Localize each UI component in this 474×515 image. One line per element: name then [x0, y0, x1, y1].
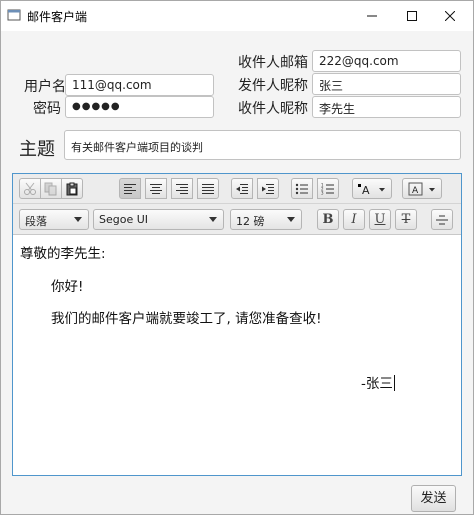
align-left-button[interactable]: [119, 178, 141, 199]
font-size-value: 12 磅: [236, 215, 265, 228]
font-family-select[interactable]: Segoe UI: [93, 209, 224, 230]
indent-icon: [262, 183, 274, 194]
recipient-email-field[interactable]: 222@qq.com: [312, 50, 461, 72]
password-label: 密码: [33, 101, 61, 117]
app-icon: [7, 9, 21, 21]
window-title: 邮件客户端: [27, 10, 88, 24]
bold-button[interactable]: B: [317, 209, 339, 230]
send-button[interactable]: 发送: [411, 485, 456, 512]
text-color-button[interactable]: A: [352, 178, 392, 199]
chevron-down-icon: [74, 217, 82, 222]
strikethrough-button[interactable]: T: [395, 209, 417, 230]
paragraph-format-select[interactable]: 段落: [19, 209, 89, 230]
maximize-icon: [407, 11, 417, 21]
title-bar[interactable]: 邮件客户端: [1, 1, 473, 31]
bullet-list-button[interactable]: [291, 178, 313, 199]
font-family-value: Segoe UI: [99, 213, 149, 226]
username-field[interactable]: 111@qq.com: [65, 74, 214, 96]
subject-label: 主题: [19, 139, 55, 160]
username-label: 用户名: [24, 79, 66, 95]
copy-icon: [44, 182, 57, 195]
recipient-nickname-label: 收件人昵称: [238, 101, 308, 117]
html-editor[interactable]: 123 A A 段落 Segoe UI 12 磅 B I U T 尊敬的李先生:…: [12, 173, 462, 476]
underline-button[interactable]: U: [369, 209, 391, 230]
indent-button[interactable]: [257, 178, 279, 199]
editor-content[interactable]: 尊敬的李先生: 你好! 我们的邮件客户端就要竣工了, 请您准备查收! -张三: [13, 236, 461, 475]
outdent-icon: [236, 183, 248, 194]
font-size-select[interactable]: 12 磅: [230, 209, 302, 230]
svg-text:3: 3: [321, 190, 324, 195]
align-center-icon: [150, 183, 162, 194]
subject-field[interactable]: 有关邮件客户端项目的谈判: [64, 130, 461, 160]
align-right-icon: [176, 183, 188, 194]
numbered-list-button[interactable]: 123: [317, 178, 339, 199]
message-line: 我们的邮件客户端就要竣工了, 请您准备查收!: [51, 311, 322, 327]
justify-icon: [202, 183, 214, 194]
outdent-button[interactable]: [231, 178, 253, 199]
svg-text:A: A: [362, 184, 370, 196]
recipient-nickname-field[interactable]: 李先生: [312, 96, 461, 118]
copy-button[interactable]: [40, 178, 62, 199]
align-left-icon: [124, 183, 136, 194]
numbered-list-icon: 123: [321, 183, 334, 195]
scissors-icon: [24, 182, 36, 195]
align-right-button[interactable]: [171, 178, 193, 199]
signature-line: -张三: [361, 372, 395, 392]
close-icon: [445, 11, 455, 21]
recipient-email-label: 收件人邮箱: [238, 55, 308, 71]
editor-toolbar-top: 123 A A: [13, 174, 461, 204]
align-center-button[interactable]: [145, 178, 167, 199]
greeting-line: 尊敬的李先生:: [20, 246, 106, 262]
horizontal-rule-button[interactable]: [431, 209, 453, 230]
mail-client-window: 邮件客户端 收件人邮箱 222@qq.com 发件人昵称 张三 收件人昵称 李先…: [0, 0, 474, 515]
cut-button[interactable]: [19, 178, 41, 199]
text-color-icon: A: [358, 183, 385, 196]
justify-button[interactable]: [197, 178, 219, 199]
minimize-icon: [367, 15, 377, 17]
svg-text:A: A: [412, 186, 419, 196]
italic-button[interactable]: I: [343, 209, 365, 230]
hello-line: 你好!: [51, 279, 84, 295]
background-color-icon: A: [408, 182, 435, 196]
paragraph-format-value: 段落: [25, 215, 47, 228]
sender-nickname-label: 发件人昵称: [238, 78, 308, 94]
paste-button[interactable]: [61, 178, 83, 199]
close-button[interactable]: [427, 1, 473, 31]
text-caret: [393, 375, 395, 391]
bullet-list-icon: [295, 183, 308, 194]
signature-text: -张三: [361, 376, 393, 392]
horizontal-rule-icon: [436, 215, 448, 224]
sender-nickname-field[interactable]: 张三: [312, 73, 461, 95]
password-field[interactable]: ●●●●●: [65, 96, 214, 118]
chevron-down-icon: [287, 217, 295, 222]
chevron-down-icon: [209, 217, 217, 222]
editor-toolbar-bottom: 段落 Segoe UI 12 磅 B I U T: [13, 204, 461, 235]
background-color-button[interactable]: A: [402, 178, 442, 199]
paste-icon: [66, 182, 78, 195]
